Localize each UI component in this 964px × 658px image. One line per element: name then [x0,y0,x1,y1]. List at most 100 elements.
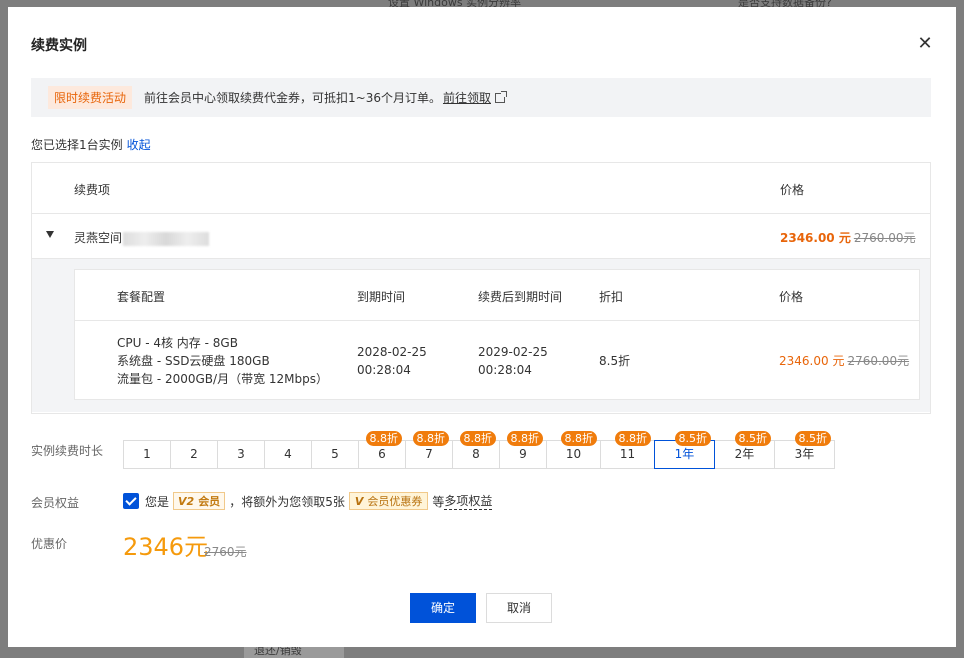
promo-banner: 限时续费活动 前往会员中心领取续费代金券，可抵扣1~36个月订单。 前往领取 [31,78,931,117]
config-table: 套餐配置 到期时间 续费后到期时间 折扣 价格 CPU - 4核 内存 - 8G… [74,269,920,400]
config-price: 2346.00 元 2760.00元 [779,352,909,369]
header-item: 续费项 [74,183,111,197]
expire-clock: 00:28:04 [357,363,411,377]
spec-traffic: 流量包 - 2000GB/月（带宽 12Mbps） [117,372,328,386]
duration-option-label: 3 [237,447,245,461]
duration-option[interactable]: 1 [123,440,171,469]
member-text-1: 您是 [145,494,170,509]
close-icon[interactable]: ✕ [916,35,934,53]
expire-after-clock: 00:28:04 [478,363,532,377]
price-original: 2760.00元 [853,231,916,245]
expire-time: 2028-02-25 00:28:04 [357,343,427,379]
member-benefits: 您是 V2 会员 ，将额外为您领取5张 V 会员优惠券 等 多项权益 [123,492,493,510]
row-detail: 套餐配置 到期时间 续费后到期时间 折扣 价格 CPU - 4核 内存 - 8G… [32,259,930,412]
discount-value: 8.5折 [599,354,631,368]
header-price: 价格 [779,290,804,304]
duration-option-label: 10 [565,447,582,461]
renew-instance-dialog: 续费实例 ✕ 限时续费活动 前往会员中心领取续费代金券，可抵扣1~36个月订单。… [8,7,956,647]
collapse-link[interactable]: 收起 [127,138,151,152]
row-price: 2346.00 元 2760.00元 [780,229,915,246]
duration-option[interactable]: 8 8.8折 [452,431,500,469]
discount-badge: 8.8折 [459,431,496,446]
header-config: 套餐配置 [117,290,166,304]
duration-option[interactable]: 11 8.8折 [600,431,655,469]
external-link-icon[interactable] [495,90,507,103]
header-price: 价格 [780,183,805,197]
duration-option[interactable]: 3年 8.5折 [774,431,835,469]
discount-price-value: 2346元 [123,533,209,561]
duration-option-label: 2 [190,447,198,461]
duration-option-label: 8 [472,447,480,461]
confirm-button[interactable]: 确定 [410,593,476,623]
discount-badge: 8.8折 [560,431,597,446]
spec-disk: 系统盘 - SSD云硬盘 180GB [117,354,270,368]
vip-icon: V2 [178,494,195,508]
member-text-3: 等 [432,494,445,509]
duration-selector: 1 2 3 4 5 6 8.8折 7 8.8折 8 8.8折 9 8.8折 10 8.8折 11 8.8折 1年 8… [123,431,835,469]
price-original: 2760.00元 [847,354,910,368]
promo-text: 前往会员中心领取续费代金券，可抵扣1~36个月订单。 [144,91,441,105]
discount-badge: 8.5折 [674,431,711,446]
duration-option[interactable]: 10 8.8折 [546,431,601,469]
header-discount: 折扣 [599,290,624,304]
duration-option-label: 2年 [734,447,755,461]
coupon-vip-icon: V [354,494,364,508]
cancel-button[interactable]: 取消 [486,593,552,623]
duration-option-label: 1年 [674,447,695,461]
renew-items-table: 续费项 价格 灵燕空间 2346.00 元 2760.00元 套餐配置 到期时间 … [31,162,931,414]
duration-option[interactable]: 5 [311,440,359,469]
spec-cpu: CPU - 4核 内存 - 8GB [117,336,238,350]
duration-label: 实例续费时长 [31,444,104,458]
config-header: 套餐配置 到期时间 续费后到期时间 折扣 价格 [75,270,919,321]
duration-option-label: 5 [331,447,339,461]
member-level-badge: V2 会员 [173,492,226,510]
price-current: 2346.00 元 [779,354,845,368]
duration-option[interactable]: 2年 8.5折 [714,431,775,469]
original-price-value: 2760元 [204,545,247,559]
duration-option-label: 9 [519,447,527,461]
expire-after-date: 2029-02-25 [478,345,548,359]
more-benefits-link[interactable]: 多项权益 [444,492,493,510]
member-checkbox[interactable] [123,493,139,509]
price-current: 2346.00 元 [780,231,851,245]
discount-badge: 8.8折 [506,431,543,446]
selection-summary: 您已选择1台实例 收起 [31,136,151,153]
duration-option[interactable]: 3 [217,440,265,469]
duration-option-label: 1 [143,447,151,461]
config-row: CPU - 4核 内存 - 8GB 系统盘 - SSD云硬盘 180GB 流量包… [75,321,919,400]
duration-option[interactable]: 4 [264,440,312,469]
member-text-2: ，将额外为您领取5张 [229,494,345,509]
duration-option[interactable]: 6 8.8折 [358,431,406,469]
instance-name-text: 灵燕空间 [74,231,123,245]
promo-tag: 限时续费活动 [48,86,133,109]
table-row: 灵燕空间 2346.00 元 2760.00元 [32,214,930,259]
member-level-text: 会员 [198,495,221,508]
duration-option[interactable]: 2 [170,440,218,469]
discount-badge: 8.5折 [734,431,771,446]
config-spec: CPU - 4核 内存 - 8GB 系统盘 - SSD云硬盘 180GB 流量包… [117,334,328,388]
coupon-badge: V 会员优惠券 [348,492,429,510]
promo-link[interactable]: 前往领取 [443,89,491,106]
discount-badge: 8.5折 [794,431,831,446]
dialog-title: 续费实例 [31,38,87,54]
discount-badge: 8.8折 [365,431,402,446]
instance-name: 灵燕空间 [74,229,210,246]
duration-option-label: 3年 [794,447,815,461]
redacted-text [123,231,210,246]
expire-date: 2028-02-25 [357,345,427,359]
duration-option-label: 11 [619,447,636,461]
caret-down-icon[interactable] [46,231,54,238]
header-expire-after: 续费后到期时间 [478,290,563,304]
discount-badge: 8.8折 [412,431,449,446]
duration-option[interactable]: 9 8.8折 [499,431,547,469]
discount-badge: 8.8折 [614,431,651,446]
duration-option-label: 4 [284,447,292,461]
duration-option-label: 7 [425,447,433,461]
table-header: 续费项 价格 [32,163,930,214]
expire-after-time: 2029-02-25 00:28:04 [478,343,548,379]
header-expire: 到期时间 [357,290,406,304]
member-label: 会员权益 [31,496,80,510]
duration-option[interactable]: 1年 8.5折 [654,431,715,469]
coupon-text: 会员优惠券 [367,495,423,508]
duration-option[interactable]: 7 8.8折 [405,431,453,469]
